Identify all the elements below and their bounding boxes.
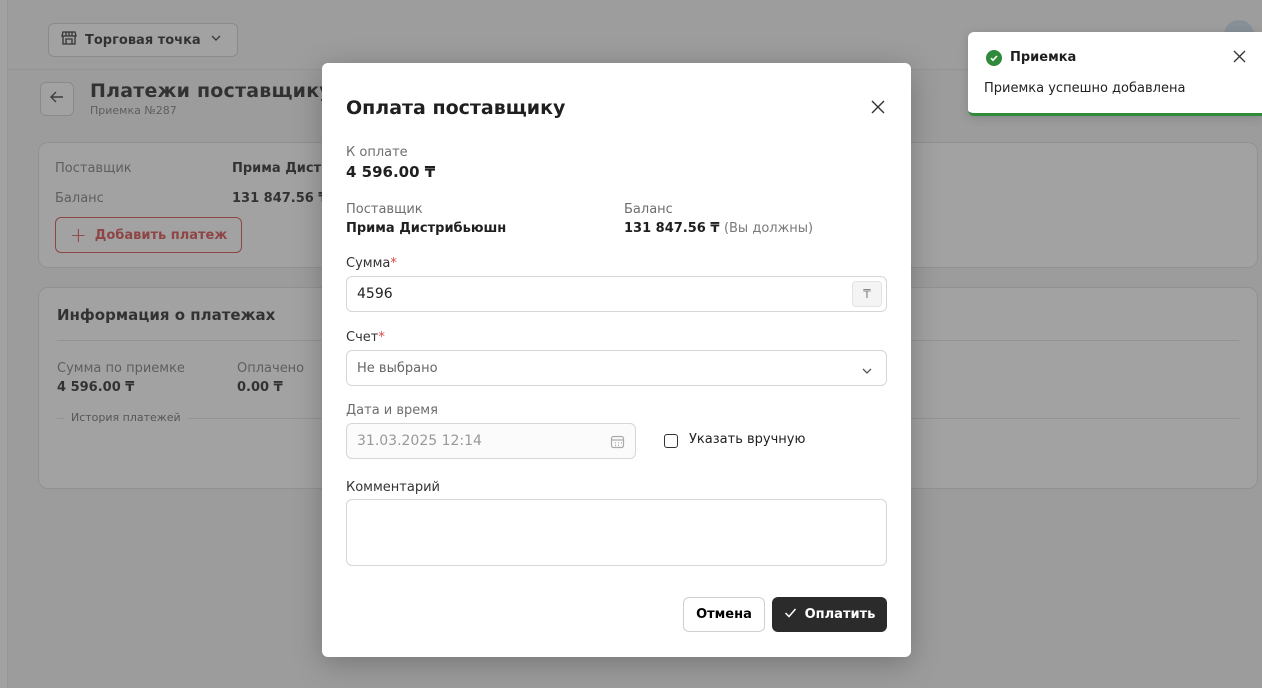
datetime-input[interactable]: 31.03.2025 12:14 xyxy=(346,423,636,459)
pay-button-label: Оплатить xyxy=(804,607,876,622)
check-icon xyxy=(784,606,797,623)
balance-note: (Вы должны) xyxy=(723,221,814,236)
toast-close-button[interactable] xyxy=(1233,48,1246,67)
balance-line: 131 847.56 ₸ (Вы должны) xyxy=(624,221,813,236)
check-circle-icon xyxy=(986,50,1002,66)
supplier-value: Прима Дистрибьюшн xyxy=(346,221,507,236)
balance-label: Баланс xyxy=(624,202,673,217)
balance-value: 131 847.56 ₸ xyxy=(624,221,720,236)
manual-datetime-label[interactable]: Указать вручную xyxy=(689,432,805,447)
supplier-label: Поставщик xyxy=(346,202,423,217)
close-button[interactable] xyxy=(867,97,889,119)
account-select[interactable]: Не выбрано xyxy=(346,350,887,386)
toast-message: Приемка успешно добавлена xyxy=(984,81,1186,96)
calendar-icon xyxy=(610,434,625,453)
cancel-button[interactable]: Отмена xyxy=(683,597,765,632)
supplier-payment-modal: Оплата поставщику К оплате 4 596.00 ₸ По… xyxy=(322,63,911,657)
comment-label: Комментарий xyxy=(346,480,440,495)
currency-addon: ₸ xyxy=(852,281,882,307)
modal-title: Оплата поставщику xyxy=(346,97,566,119)
account-select-value: Не выбрано xyxy=(357,361,438,376)
pay-button[interactable]: Оплатить xyxy=(772,597,887,632)
close-icon xyxy=(871,99,885,118)
datetime-value: 31.03.2025 12:14 xyxy=(357,433,482,449)
manual-datetime-checkbox[interactable] xyxy=(664,434,678,448)
amount-label: Сумма* xyxy=(346,256,397,271)
amount-input[interactable]: 4596 ₸ xyxy=(346,276,887,312)
success-toast: Приемка Приемка успешно добавлена xyxy=(968,32,1262,116)
comment-textarea[interactable] xyxy=(346,499,887,566)
close-icon xyxy=(1233,50,1246,63)
toast-title: Приемка xyxy=(1010,50,1077,65)
chevron-down-icon xyxy=(860,363,874,382)
to-pay-value: 4 596.00 ₸ xyxy=(346,163,436,181)
to-pay-label: К оплате xyxy=(346,145,408,160)
datetime-label: Дата и время xyxy=(346,403,438,418)
account-label: Счет* xyxy=(346,330,385,345)
amount-value: 4596 xyxy=(357,286,393,302)
